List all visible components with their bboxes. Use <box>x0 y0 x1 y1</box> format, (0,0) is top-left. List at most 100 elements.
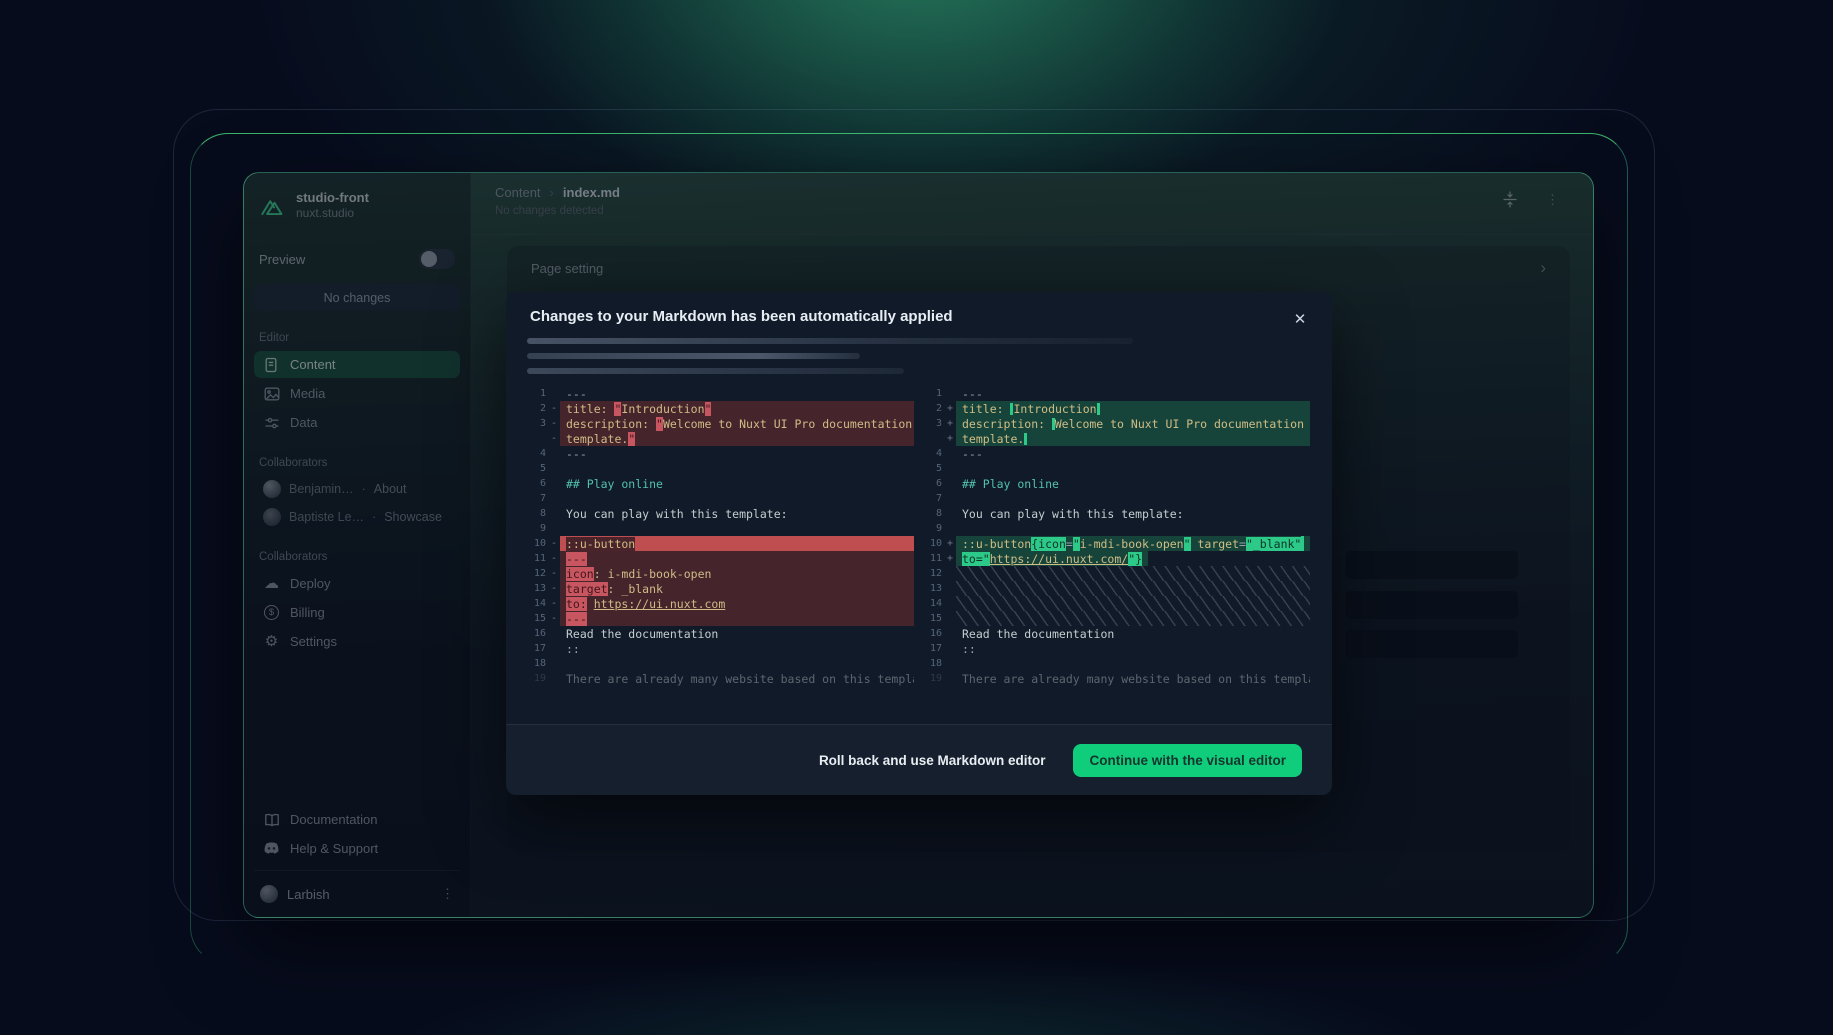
diff-code-segment: " <box>1073 537 1080 551</box>
diff-line-number: 8 <box>924 506 942 521</box>
diff-code-line <box>956 581 1310 596</box>
markdown-diff: 1---2-title: "Introduction"3-description… <box>528 386 1310 716</box>
diff-code-line <box>560 461 914 476</box>
continue-button[interactable]: Continue with the visual editor <box>1073 744 1302 777</box>
diff-row: 10-::u-button <box>528 536 914 551</box>
diff-change-sign <box>548 386 560 401</box>
diff-code-line <box>560 656 914 671</box>
diff-line-number <box>924 431 942 446</box>
diff-line-number <box>528 431 546 446</box>
diff-change-sign: + <box>944 551 956 566</box>
diff-code-segment: : <box>608 582 622 596</box>
diff-row: 1--- <box>924 386 1310 401</box>
diff-change-sign: + <box>944 401 956 416</box>
diff-code-line: ::u-button <box>560 536 914 551</box>
diff-change-sign: - <box>548 431 560 446</box>
diff-code-segment: description: <box>566 417 656 431</box>
diff-code-line: --- <box>560 611 914 626</box>
diff-change-sign <box>944 446 956 461</box>
diff-code-segment: Welcome to Nuxt UI Pro documentation <box>663 417 912 431</box>
diff-row: 17:: <box>924 641 1310 656</box>
diff-code-line <box>560 491 914 506</box>
diff-row: 5 <box>924 461 1310 476</box>
diff-change-sign <box>944 626 956 641</box>
diff-code-segment: "_blank" <box>1246 537 1301 551</box>
diff-row: 16Read the documentation <box>528 626 914 641</box>
diff-row: 12 <box>924 566 1310 581</box>
diff-code-segment: _blank <box>621 582 663 596</box>
markdown-changes-modal: Changes to your Markdown has been automa… <box>506 292 1332 795</box>
diff-change-sign <box>944 641 956 656</box>
diff-row: 6## Play online <box>528 476 914 491</box>
diff-code-line: --- <box>956 446 1310 461</box>
skeleton-bar <box>527 338 1133 344</box>
diff-row: 14-to: https://ui.nuxt.com <box>528 596 914 611</box>
diff-code-line <box>956 461 1310 476</box>
diff-code-segment: Read the documentation <box>566 627 718 641</box>
diff-code-segment: You can play with this template: <box>566 507 788 521</box>
diff-line-number: 4 <box>924 446 942 461</box>
diff-code-segment: --- <box>566 552 587 566</box>
diff-row: 16Read the documentation <box>924 626 1310 641</box>
diff-change-sign: + <box>944 536 956 551</box>
diff-change-sign <box>944 671 956 686</box>
diff-line-number: 3 <box>528 416 546 431</box>
modal-title: Changes to your Markdown has been automa… <box>506 292 1332 325</box>
skeleton-bar <box>527 353 860 359</box>
diff-code-line <box>956 521 1310 536</box>
diff-code-line: :: <box>560 641 914 656</box>
diff-code-segment: " <box>705 402 712 416</box>
diff-line-number: 17 <box>924 641 942 656</box>
diff-line-number: 6 <box>528 476 546 491</box>
diff-code-segment: ## Play online <box>962 477 1059 491</box>
diff-panel-after: 1---2+title: Introduction3+description: … <box>924 386 1310 716</box>
diff-code-line: There are already many website based on … <box>560 671 914 686</box>
diff-code-segment: " <box>628 432 635 446</box>
diff-insert-caret <box>1024 433 1027 445</box>
diff-line-number: 15 <box>528 611 546 626</box>
diff-code-line: --- <box>560 551 914 566</box>
diff-code-segment: target <box>566 582 608 596</box>
diff-change-sign <box>944 611 956 626</box>
diff-change-sign: - <box>548 581 560 596</box>
diff-change-sign: - <box>548 536 560 551</box>
diff-change-sign: - <box>548 416 560 431</box>
diff-line-number: 4 <box>528 446 546 461</box>
diff-code-segment: icon <box>566 567 594 581</box>
diff-change-sign <box>944 491 956 506</box>
diff-line-number: 15 <box>924 611 942 626</box>
diff-row: 8 You can play with this template: <box>924 506 1310 521</box>
diff-code-segment: Introduction <box>1013 402 1096 416</box>
diff-change-sign: + <box>944 431 956 446</box>
diff-line-number: 8 <box>528 506 546 521</box>
diff-code-segment: You can play with this template: <box>962 507 1184 521</box>
diff-change-sign: - <box>548 551 560 566</box>
diff-code-line: title: Introduction <box>956 401 1310 416</box>
diff-line-number: 11 <box>528 551 546 566</box>
diff-row: 3+description: Welcome to Nuxt UI Pro do… <box>924 416 1310 431</box>
diff-code-line: title: "Introduction" <box>560 401 914 416</box>
diff-code-line: There are already many website based on … <box>956 671 1310 686</box>
diff-code-line: Read the documentation <box>560 626 914 641</box>
diff-code-line: template." <box>560 431 914 446</box>
diff-row: 4--- <box>528 446 914 461</box>
diff-code-segment: " <box>656 417 663 431</box>
diff-change-sign: - <box>548 596 560 611</box>
rollback-button[interactable]: Roll back and use Markdown editor <box>819 753 1046 768</box>
diff-row: 10+::u-button{icon="i-mdi-book-open" tar… <box>924 536 1310 551</box>
diff-code-segment: description: <box>962 417 1052 431</box>
diff-change-sign: - <box>548 401 560 416</box>
diff-code-segment: Introduction <box>621 402 704 416</box>
diff-line-number: 7 <box>528 491 546 506</box>
diff-change-sign <box>548 626 560 641</box>
diff-line-number: 14 <box>528 596 546 611</box>
diff-row: 18 <box>528 656 914 671</box>
diff-line-number: 12 <box>528 566 546 581</box>
diff-row: -template." <box>528 431 914 446</box>
diff-line-number: 7 <box>924 491 942 506</box>
diff-row: 18 <box>924 656 1310 671</box>
diff-line-number: 9 <box>924 521 942 536</box>
close-icon[interactable]: ✕ <box>1288 307 1312 331</box>
diff-code-line: target: _blank <box>560 581 914 596</box>
diff-code-segment: :: <box>962 642 976 656</box>
